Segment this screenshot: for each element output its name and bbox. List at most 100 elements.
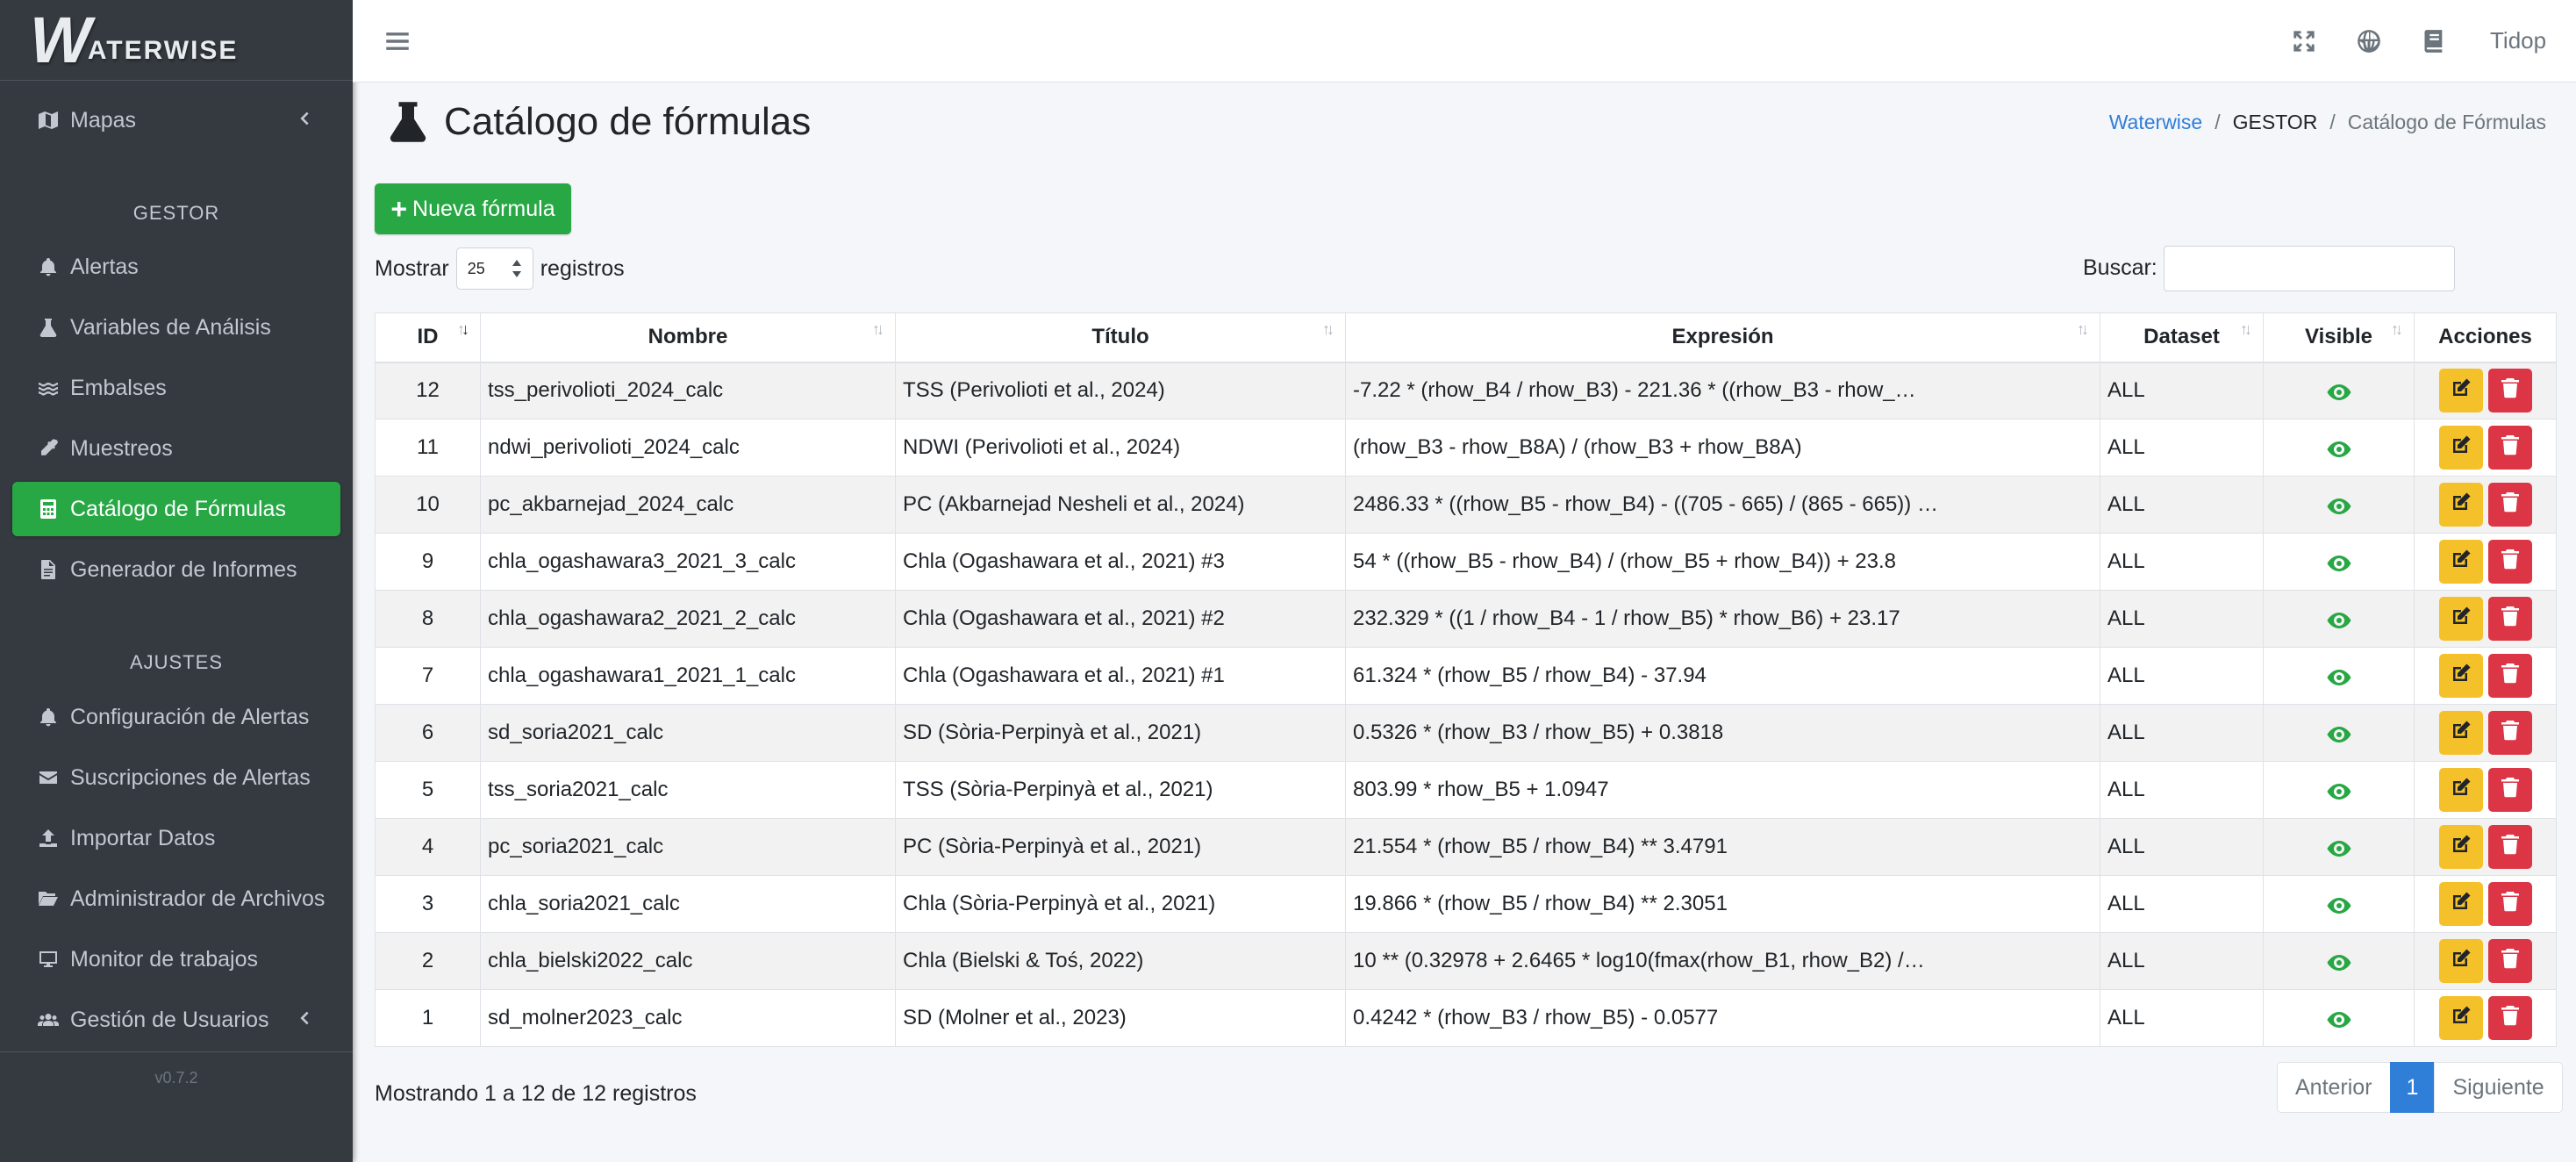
column-header-id[interactable]: ID ↑↓ [375, 312, 481, 363]
delete-button[interactable] [2487, 825, 2532, 869]
eye-icon[interactable] [2327, 953, 2351, 971]
sidebar-item-variables[interactable]: Variables de Análisis [12, 300, 340, 355]
edit-button[interactable] [2438, 426, 2483, 470]
edit-button[interactable] [2438, 768, 2483, 812]
column-header-nombre[interactable]: Nombre ↑↓ [480, 312, 896, 363]
sidebar-item-importar-datos[interactable]: Importar Datos [12, 811, 340, 865]
sidebar-item-suscripciones-alertas[interactable]: Suscripciones de Alertas [12, 750, 340, 805]
breadcrumb-separator: / [2215, 111, 2221, 133]
sidebar-item-mapas[interactable]: Mapas [12, 93, 340, 147]
sidebar-item-label: Generador de Informes [70, 556, 297, 582]
book-icon[interactable] [2422, 29, 2446, 54]
edit-button[interactable] [2438, 939, 2483, 983]
delete-button[interactable] [2487, 426, 2532, 470]
delete-button[interactable] [2487, 369, 2532, 413]
edit-icon [2451, 1005, 2472, 1032]
column-header-expresion[interactable]: Expresión ↑↓ [1345, 312, 2100, 363]
cell-acciones [2414, 533, 2557, 591]
user-name[interactable]: Tidop [2490, 27, 2546, 54]
pagination-previous[interactable]: Anterior [2277, 1062, 2391, 1113]
edit-button[interactable] [2438, 882, 2483, 926]
cell-visible [2263, 932, 2415, 990]
folder-open-icon [37, 887, 60, 910]
delete-button[interactable] [2487, 711, 2532, 755]
hamburger-menu-icon[interactable] [383, 26, 412, 56]
cell-acciones [2414, 989, 2557, 1047]
search-label: Buscar: [2083, 255, 2157, 280]
cell-dataset: ALL [2100, 932, 2264, 990]
delete-button[interactable] [2487, 768, 2532, 812]
sidebar-item-muestreos[interactable]: Muestreos [12, 421, 340, 476]
eye-icon[interactable] [2327, 725, 2351, 742]
cell-visible [2263, 647, 2415, 705]
eye-icon[interactable] [2327, 497, 2351, 514]
delete-button[interactable] [2487, 939, 2532, 983]
show-label: Mostrar [375, 255, 449, 281]
new-formula-button[interactable]: + Nueva fórmula [375, 183, 571, 234]
delete-button[interactable] [2487, 483, 2532, 527]
cell-acciones [2414, 419, 2557, 477]
delete-button[interactable] [2487, 882, 2532, 926]
eye-icon[interactable] [2327, 896, 2351, 914]
table-row: 11 ndwi_perivolioti_2024_calc NDWI (Perivo… [375, 419, 2557, 477]
brand-logo[interactable]: W ATERWISE [0, 0, 353, 81]
delete-button[interactable] [2487, 654, 2532, 698]
sidebar-item-alertas[interactable]: Alertas [12, 240, 340, 294]
sidebar-item-embalses[interactable]: Embalses [12, 361, 340, 415]
delete-button[interactable] [2487, 597, 2532, 641]
table-row: 10 pc_akbarnejad_2024_calc PC (Akbarnejad … [375, 476, 2557, 534]
globe-icon[interactable] [2357, 29, 2381, 54]
edit-button[interactable] [2438, 540, 2483, 584]
column-header-dataset[interactable]: Dataset ↑↓ [2100, 312, 2264, 363]
sidebar-item-monitor-trabajos[interactable]: Monitor de trabajos [12, 932, 340, 986]
edit-button[interactable] [2438, 369, 2483, 413]
edit-button[interactable] [2438, 711, 2483, 755]
edit-button[interactable] [2438, 825, 2483, 869]
fullscreen-icon[interactable] [2292, 29, 2316, 54]
cell-expresion: 21.554 * (rhow_B5 / rhow_B4) ** 3.4791 [1345, 818, 2100, 876]
eye-icon[interactable] [2327, 554, 2351, 571]
column-header-visible[interactable]: Visible ↑↓ [2263, 312, 2415, 363]
pagination-page-1[interactable]: 1 [2389, 1062, 2436, 1113]
delete-button[interactable] [2487, 540, 2532, 584]
eye-icon[interactable] [2327, 440, 2351, 457]
edit-icon [2451, 606, 2472, 633]
sidebar-item-label: Mapas [70, 107, 137, 133]
page-size-value: 25 [467, 259, 485, 277]
sidebar-item-catalogo-formulas[interactable]: Catálogo de Fórmulas [12, 482, 340, 536]
eyedropper-icon [37, 437, 60, 460]
delete-button[interactable] [2487, 996, 2532, 1040]
eye-icon[interactable] [2327, 782, 2351, 800]
edit-button[interactable] [2438, 996, 2483, 1040]
pagination-next[interactable]: Siguiente [2434, 1062, 2563, 1113]
column-header-titulo[interactable]: Título ↑↓ [895, 312, 1346, 363]
sidebar-item-label: Alertas [70, 254, 139, 279]
flask-icon [37, 316, 60, 339]
sidebar-item-administrador-archivos[interactable]: Administrador de Archivos [12, 872, 340, 926]
table-row: 2 chla_bielski2022_calc Chla (Bielski & To… [375, 932, 2557, 990]
breadcrumb-link-home[interactable]: Waterwise [2109, 111, 2203, 134]
cell-dataset: ALL [2100, 818, 2264, 876]
eye-icon[interactable] [2327, 668, 2351, 685]
breadcrumb-item-current: Catálogo de Fórmulas [2347, 111, 2546, 133]
table-info: Mostrando 1 a 12 de 12 registros [375, 1081, 697, 1106]
eye-icon[interactable] [2327, 611, 2351, 628]
eye-icon[interactable] [2327, 383, 2351, 400]
sidebar-item-label: Gestión de Usuarios [70, 1007, 269, 1032]
edit-button[interactable] [2438, 483, 2483, 527]
cell-titulo: TSS (Perivolioti et al., 2024) [895, 362, 1346, 420]
eye-icon[interactable] [2327, 1010, 2351, 1028]
sidebar-item-gestion-usuarios[interactable]: Gestión de Usuarios [12, 993, 340, 1047]
cell-expresion: 2486.33 * ((rhow_B5 - rhow_B4) - ((705 -… [1345, 476, 2100, 534]
edit-button[interactable] [2438, 654, 2483, 698]
edit-button[interactable] [2438, 597, 2483, 641]
search-input[interactable] [2164, 246, 2455, 291]
page-size-select[interactable]: 25 [455, 247, 533, 290]
sidebar-item-configuracion-alertas[interactable]: Configuración de Alertas [12, 690, 340, 744]
trash-icon [2500, 891, 2521, 918]
cell-acciones [2414, 875, 2557, 933]
sidebar-item-generador-informes[interactable]: Generador de Informes [12, 542, 340, 597]
edit-icon [2451, 948, 2472, 975]
app-version: v0.7.2 [154, 1069, 198, 1087]
eye-icon[interactable] [2327, 839, 2351, 857]
